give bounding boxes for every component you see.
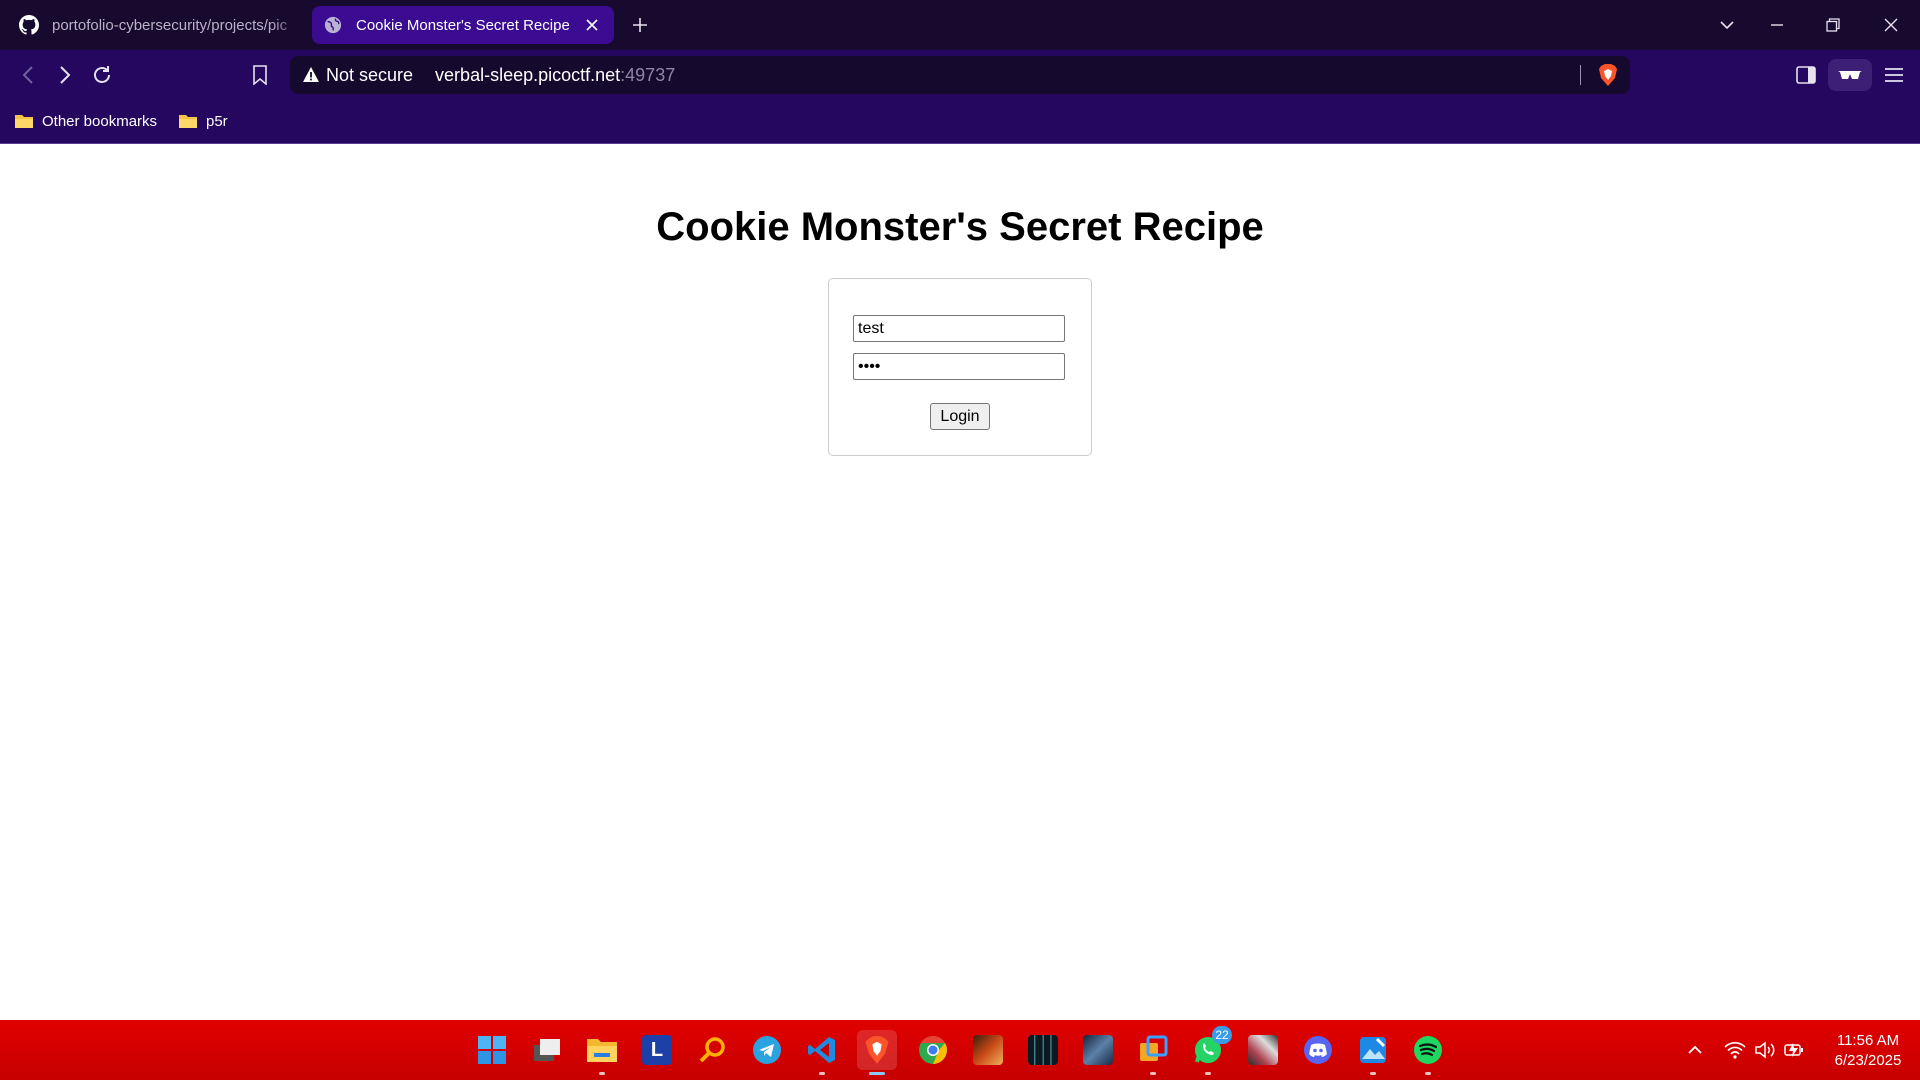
github-icon [18, 14, 40, 36]
active-indicator [869, 1072, 885, 1075]
globe-icon [322, 14, 344, 36]
bookmark-icon[interactable] [246, 61, 274, 89]
browser-tabstrip: portofolio-cybersecurity/projects/pic Co… [0, 0, 1920, 50]
tab-title: portofolio-cybersecurity/projects/pic [52, 16, 288, 34]
close-tab-icon[interactable] [582, 15, 602, 35]
not-secure-label[interactable]: Not secure [326, 65, 413, 86]
task-view-icon[interactable] [527, 1030, 567, 1070]
login-button[interactable]: Login [930, 403, 990, 430]
bookmark-folder-p5r[interactable]: p5r [178, 109, 228, 133]
clock-time: 11:56 AM [1836, 1032, 1900, 1049]
restore-icon[interactable] [1818, 10, 1848, 40]
game-icon-3[interactable] [1078, 1030, 1118, 1070]
photos-icon[interactable] [1353, 1030, 1393, 1075]
bookmarks-bar: Other bookmarks p5r [0, 100, 1920, 144]
page-title: Cookie Monster's Secret Recipe [656, 205, 1264, 249]
running-indicator [1150, 1072, 1156, 1075]
tab-github-portfolio[interactable]: portofolio-cybersecurity/projects/pic [8, 6, 308, 44]
battery-charging-icon[interactable] [1784, 1040, 1806, 1060]
menu-icon[interactable] [1880, 61, 1908, 89]
telegram-icon[interactable] [747, 1030, 787, 1070]
sidebar-toggle-icon[interactable] [1792, 61, 1820, 89]
bookmark-folder-other[interactable]: Other bookmarks [14, 109, 157, 133]
web-page: Cookie Monster's Secret Recipe Login [0, 145, 1920, 1020]
browser-toolbar: Not secure verbal-sleep.picoctf.net:4973… [0, 50, 1920, 100]
running-indicator [1370, 1072, 1376, 1075]
tab-cookie-monster[interactable]: Cookie Monster's Secret Recipe [312, 6, 614, 44]
vscode-icon[interactable] [802, 1030, 842, 1075]
search-magnifier-icon[interactable] [692, 1030, 732, 1070]
password-input[interactable] [853, 353, 1065, 380]
game-icon-2[interactable] [1023, 1030, 1063, 1070]
tray-overflow-chevron-icon[interactable] [1684, 1040, 1706, 1060]
notification-badge: 22 [1212, 1026, 1232, 1044]
minimize-icon[interactable] [1762, 10, 1792, 40]
windows-start-icon[interactable] [472, 1030, 512, 1070]
brave-shields-icon[interactable] [1596, 63, 1620, 87]
spotify-icon[interactable] [1408, 1030, 1448, 1075]
tab-search-chevron-icon[interactable] [1712, 10, 1742, 40]
whatsapp-icon[interactable]: 22 [1188, 1026, 1232, 1075]
system-clock[interactable]: 11:56 AM 6/23/2025 [1820, 1031, 1916, 1071]
windows-taskbar: L 22 11:56 AM 6/23/2025 [0, 1020, 1920, 1080]
new-tab-icon[interactable] [628, 13, 652, 37]
game-icon-1[interactable] [968, 1030, 1008, 1070]
app-icon-orange[interactable] [1133, 1030, 1173, 1075]
forward-icon[interactable] [51, 61, 79, 89]
volume-icon[interactable] [1754, 1040, 1776, 1060]
close-window-icon[interactable] [1876, 10, 1906, 40]
address-bar[interactable]: Not secure verbal-sleep.picoctf.net:4973… [290, 56, 1630, 94]
bookmark-label: p5r [206, 112, 228, 130]
tab-title: Cookie Monster's Secret Recipe [356, 16, 570, 34]
discord-icon[interactable] [1298, 1030, 1338, 1070]
running-indicator [1205, 1072, 1211, 1075]
running-indicator [819, 1072, 825, 1075]
back-icon[interactable] [14, 61, 42, 89]
brave-icon[interactable] [857, 1030, 897, 1075]
url-host: verbal-sleep.picoctf.net [435, 64, 621, 85]
game-icon-4[interactable] [1243, 1030, 1283, 1070]
bookmark-label: Other bookmarks [42, 112, 158, 130]
warning-icon[interactable] [302, 66, 320, 84]
private-glasses-icon[interactable] [1828, 59, 1872, 91]
folder-icon [179, 115, 197, 128]
wifi-icon[interactable] [1724, 1040, 1746, 1060]
omnibox-divider [1580, 65, 1581, 85]
folder-icon [15, 115, 33, 128]
running-indicator [1425, 1072, 1431, 1075]
file-explorer-icon[interactable] [582, 1030, 622, 1075]
running-indicator [599, 1072, 605, 1075]
chrome-icon[interactable] [913, 1030, 953, 1070]
username-input[interactable] [853, 315, 1065, 342]
clock-date: 6/23/2025 [1834, 1052, 1902, 1069]
l-app-icon[interactable]: L [637, 1030, 677, 1070]
reload-icon[interactable] [88, 61, 116, 89]
url-port: :49737 [620, 64, 676, 85]
